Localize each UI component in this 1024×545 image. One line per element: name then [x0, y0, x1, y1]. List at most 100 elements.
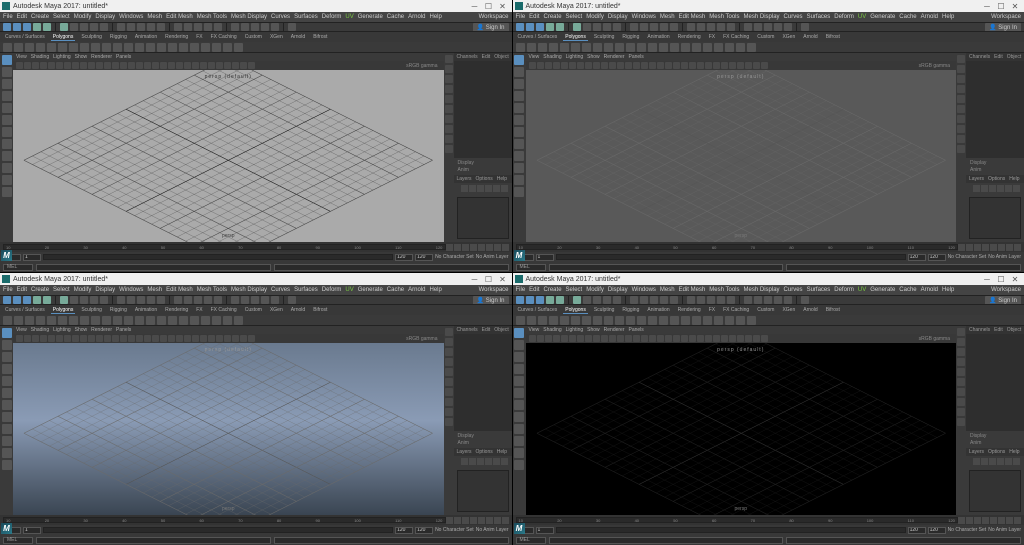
layer-editor[interactable] — [457, 470, 509, 512]
menu-modify[interactable]: Modify — [586, 14, 604, 20]
shelf-icon[interactable] — [659, 316, 668, 325]
toolbar-button[interactable] — [147, 296, 155, 304]
no-anim-layer[interactable]: No Anim Layer — [476, 527, 509, 533]
panel-tool-button[interactable] — [16, 62, 23, 69]
menu-create[interactable]: Create — [544, 287, 562, 293]
menu-modify[interactable]: Modify — [74, 14, 92, 20]
command-mode[interactable]: MEL — [3, 537, 33, 544]
layer-button[interactable] — [469, 185, 476, 192]
toolbar-button[interactable] — [157, 296, 165, 304]
toolbar-button[interactable] — [33, 23, 41, 31]
panel-tool-button[interactable] — [665, 62, 672, 69]
shelf-tab[interactable]: Animation — [133, 307, 159, 313]
view-side-button[interactable] — [957, 328, 965, 336]
toolbar-button[interactable] — [784, 296, 792, 304]
panel-tool-button[interactable] — [40, 62, 47, 69]
playback-end[interactable] — [908, 527, 926, 534]
tool-button[interactable] — [2, 412, 12, 422]
menu-edit[interactable]: Edit — [17, 287, 27, 293]
tool-button[interactable] — [514, 55, 524, 65]
shelf-tab[interactable]: XGen — [780, 307, 797, 313]
tool-button[interactable] — [2, 436, 12, 446]
panel-tool-button[interactable] — [64, 62, 71, 69]
range-end[interactable] — [928, 527, 946, 534]
toolbar-button[interactable] — [546, 23, 554, 31]
panel-tool-button[interactable] — [232, 62, 239, 69]
menu-meshtools[interactable]: Mesh Tools — [709, 14, 739, 20]
shelf-icon[interactable] — [571, 43, 580, 52]
viewport[interactable]: persp (default) persp — [526, 343, 957, 515]
view-side-button[interactable] — [957, 55, 965, 63]
playback-start[interactable] — [23, 527, 41, 534]
shelf-tab[interactable]: Bifrost — [311, 34, 329, 40]
view-side-button[interactable] — [957, 145, 965, 153]
shelf-tab[interactable]: Animation — [645, 34, 671, 40]
menu-uv[interactable]: UV — [858, 287, 866, 293]
tool-button[interactable] — [514, 91, 524, 101]
view-side-button[interactable] — [957, 378, 965, 386]
panel-tool-button[interactable] — [192, 62, 199, 69]
panel-menu[interactable]: View — [16, 54, 27, 60]
shelf-tab[interactable]: FX — [194, 34, 204, 40]
menu-modify[interactable]: Modify — [586, 287, 604, 293]
shelf-icon[interactable] — [703, 43, 712, 52]
shelf-icon[interactable] — [190, 316, 199, 325]
toolbar-button[interactable] — [117, 23, 125, 31]
panel-tool-button[interactable] — [136, 62, 143, 69]
workspace-label[interactable]: Workspace — [991, 287, 1021, 293]
toolbar-button[interactable] — [754, 296, 762, 304]
command-line[interactable] — [36, 537, 271, 544]
signin-button[interactable]: 👤 Sign In — [985, 296, 1021, 305]
layer-button[interactable] — [997, 185, 1004, 192]
no-anim-layer[interactable]: No Anim Layer — [988, 527, 1021, 533]
toolbar-button[interactable] — [650, 23, 658, 31]
no-character[interactable]: No Character Set — [948, 527, 987, 533]
panel-tool-button[interactable] — [665, 335, 672, 342]
tool-button[interactable] — [514, 175, 524, 185]
playback-button[interactable] — [502, 244, 509, 251]
toolbar-button[interactable] — [670, 23, 678, 31]
layer-button[interactable] — [477, 458, 484, 465]
menu-modify[interactable]: Modify — [74, 287, 92, 293]
panel-tool-button[interactable] — [112, 62, 119, 69]
shelf-icon[interactable] — [747, 43, 756, 52]
shelf-icon[interactable] — [146, 43, 155, 52]
menu-create[interactable]: Create — [31, 14, 49, 20]
view-side-button[interactable] — [445, 408, 453, 416]
panel-tool-button[interactable] — [705, 335, 712, 342]
shelf-tab[interactable]: Rendering — [163, 307, 190, 313]
toolbar-button[interactable] — [784, 23, 792, 31]
toolbar-button[interactable] — [13, 296, 21, 304]
toolbar-button[interactable] — [100, 296, 108, 304]
toolbar-button[interactable] — [43, 23, 51, 31]
timeline[interactable]: 102030405060708090100110120 — [513, 242, 1024, 252]
panel-menu[interactable]: View — [16, 327, 27, 333]
toolbar-button[interactable] — [650, 296, 658, 304]
view-side-button[interactable] — [957, 75, 965, 83]
panel-tool-button[interactable] — [537, 62, 544, 69]
shelf-icon[interactable] — [648, 43, 657, 52]
toolbar-button[interactable] — [744, 296, 752, 304]
layer-button[interactable] — [989, 458, 996, 465]
toolbar-button[interactable] — [593, 296, 601, 304]
toolbar-button[interactable] — [23, 23, 31, 31]
playback-button[interactable] — [478, 244, 485, 251]
shelf-icon[interactable] — [36, 43, 45, 52]
toolbar-button[interactable] — [603, 296, 611, 304]
panel-menu[interactable]: Shading — [31, 327, 49, 333]
shelf-tab[interactable]: FX Caching — [209, 34, 239, 40]
toolbar-button[interactable] — [261, 23, 269, 31]
panel-tool-button[interactable] — [208, 62, 215, 69]
playback-button[interactable] — [494, 244, 501, 251]
shelf-icon[interactable] — [736, 316, 745, 325]
tool-button[interactable] — [2, 151, 12, 161]
shelf-icon[interactable] — [223, 43, 232, 52]
tool-button[interactable] — [2, 352, 12, 362]
toolbar-button[interactable] — [556, 296, 564, 304]
menu-file[interactable]: File — [516, 287, 526, 293]
toolbar-button[interactable] — [43, 296, 51, 304]
panel-tool-button[interactable] — [56, 335, 63, 342]
close-button[interactable]: ✕ — [496, 1, 510, 11]
menu-uv[interactable]: UV — [345, 14, 353, 20]
panel-tool-button[interactable] — [561, 62, 568, 69]
